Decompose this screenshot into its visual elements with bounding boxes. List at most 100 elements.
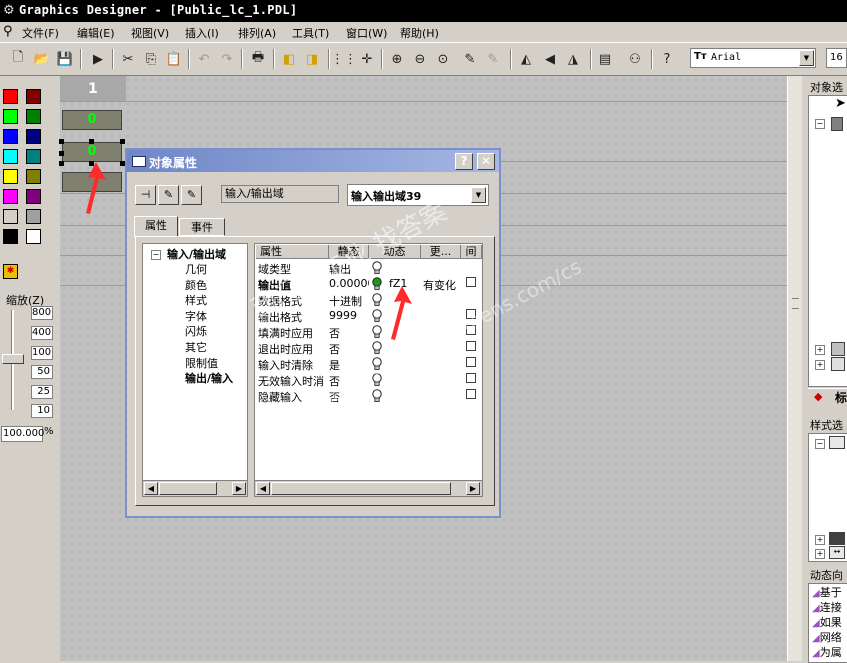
pipette-icon[interactable]: ✎ — [460, 49, 480, 69]
indirect-checkbox[interactable] — [466, 357, 476, 367]
dynamic-bulb-icon[interactable] — [371, 341, 382, 354]
io-field-2-selected[interactable]: 0 — [62, 142, 122, 162]
property-static-value[interactable]: 否 — [329, 341, 369, 357]
pipette-apply-icon[interactable]: ✎ — [483, 49, 503, 69]
font-size-combo[interactable]: 16 — [826, 48, 847, 68]
tree-expand-icon[interactable]: + — [815, 345, 825, 355]
selection-handle[interactable] — [59, 139, 64, 144]
indirect-checkbox[interactable] — [466, 341, 476, 351]
tree-root[interactable]: 输入/输出域 — [167, 246, 226, 262]
scroll-right-icon[interactable]: ▶ — [232, 482, 246, 495]
color-swatch[interactable] — [3, 89, 18, 104]
tab-events[interactable]: 事件 — [179, 218, 225, 236]
dialog-title-bar[interactable]: 对象属性 ? ✕ — [127, 150, 499, 172]
zoom-out-icon[interactable]: ⊖ — [410, 49, 430, 69]
property-row[interactable]: 无效输入时消否 — [255, 372, 482, 388]
property-row[interactable]: 填满时应用 否 — [255, 324, 482, 340]
color-swatch[interactable] — [3, 229, 18, 244]
tree-collapse-icon[interactable]: − — [151, 250, 161, 260]
property-row[interactable]: 输出值0.00000fZ1有变化 — [255, 276, 482, 292]
column-header-update[interactable]: 更... — [421, 245, 461, 259]
color-swatch[interactable] — [3, 169, 18, 184]
dynamic-wizard-item[interactable]: ◢为属 — [812, 644, 842, 660]
snap-icon[interactable]: ✛ — [357, 49, 377, 69]
paste-icon[interactable]: 📋 — [164, 49, 184, 69]
tree-expand-icon[interactable]: + — [815, 360, 825, 370]
rotate-icon[interactable]: ◮ — [563, 49, 583, 69]
io-field-1[interactable]: 0 — [62, 110, 122, 130]
color-swatch[interactable] — [26, 169, 41, 184]
tree-item[interactable]: 几何 — [185, 261, 207, 277]
dynamic-wizard-item[interactable]: ◢基于 — [812, 584, 842, 600]
print-icon[interactable]: 🖶 — [248, 49, 268, 69]
library-icon[interactable]: ⚇ — [625, 49, 645, 69]
mirror-vertical-icon[interactable]: ◭ — [516, 49, 536, 69]
color-swatch[interactable] — [26, 149, 41, 164]
property-static-value[interactable]: 输出 — [329, 261, 369, 277]
close-button[interactable]: ✕ — [477, 153, 495, 170]
dynamic-bulb-icon[interactable] — [371, 309, 382, 322]
tree-collapse-icon[interactable]: − — [815, 119, 825, 129]
tree-expand-icon[interactable]: + — [815, 535, 825, 545]
tab-properties[interactable]: 属性 — [134, 216, 178, 237]
mirror-horizontal-icon[interactable]: ◀ — [540, 49, 560, 69]
zoom-fit-icon[interactable]: ⊙ — [433, 49, 453, 69]
selection-handle[interactable] — [59, 151, 64, 156]
zoom-preset-25[interactable]: 25 — [31, 385, 53, 399]
property-row[interactable]: 域类型 输出 — [255, 260, 482, 276]
pin-icon[interactable]: ⊣ — [135, 185, 156, 205]
save-icon[interactable]: 💾 — [55, 49, 75, 69]
property-row[interactable]: 退出时应用 否 — [255, 340, 482, 356]
zoom-preset-50[interactable]: 50 — [31, 365, 53, 379]
menu-arrange[interactable]: 排列(A) — [238, 25, 276, 41]
scroll-left-icon[interactable]: ◀ — [144, 482, 158, 495]
undo-icon[interactable]: ↶ — [194, 49, 214, 69]
indirect-checkbox[interactable] — [466, 309, 476, 319]
tree-item[interactable]: 输出/输入 — [185, 370, 233, 386]
menu-window[interactable]: 窗口(W) — [346, 25, 387, 41]
indirect-checkbox[interactable] — [466, 373, 476, 383]
dynamic-wizard-item[interactable]: ◢如果 — [812, 614, 842, 630]
tree-item[interactable]: 限制值 — [185, 355, 218, 371]
canvas-vertical-scrollbar[interactable] — [787, 76, 803, 661]
scroll-thumb[interactable] — [271, 482, 451, 495]
color-swatch[interactable] — [3, 129, 18, 144]
scroll-right-icon[interactable]: ▶ — [466, 482, 480, 495]
color-swatch[interactable] — [3, 209, 18, 224]
font-name-combo[interactable]: Tт Arial ▼ — [690, 48, 816, 68]
dynamic-active-bulb-icon[interactable] — [371, 277, 382, 290]
zoom-preset-400[interactable]: 400 — [31, 326, 53, 340]
color-picker-icon[interactable]: ✱ — [3, 264, 18, 279]
indirect-checkbox[interactable] — [466, 277, 476, 287]
tree-item[interactable]: 闪烁 — [185, 323, 207, 339]
menu-help[interactable]: 帮助(H) — [400, 25, 439, 41]
bring-front-icon[interactable]: ◧ — [279, 49, 299, 69]
zoom-preset-100[interactable]: 100 — [31, 346, 53, 360]
color-swatch[interactable] — [3, 109, 18, 124]
color-swatch[interactable] — [26, 129, 41, 144]
dynamic-bulb-icon[interactable] — [371, 293, 382, 306]
cut-icon[interactable]: ✂ — [118, 49, 138, 69]
color-swatch[interactable] — [26, 229, 41, 244]
property-static-value[interactable]: 否 — [329, 325, 369, 341]
system-menu-icon[interactable]: ⚲ — [3, 24, 13, 39]
column-header-dynamic[interactable]: 动态 — [369, 245, 421, 259]
property-static-value[interactable]: 0.00000 — [329, 277, 369, 290]
column-header-static[interactable]: 静态 — [329, 245, 369, 259]
pipette-icon[interactable]: ✎ — [158, 185, 179, 205]
chevron-down-icon[interactable]: ▼ — [471, 187, 486, 203]
send-back-icon[interactable]: ◨ — [302, 49, 322, 69]
tree-expand-icon[interactable]: + — [815, 549, 825, 559]
copy-icon[interactable]: ⎘ — [141, 49, 161, 69]
property-row[interactable]: 数据格式 十进制 — [255, 292, 482, 308]
tree-horizontal-scrollbar[interactable]: ◀ ▶ — [143, 480, 247, 496]
menu-view[interactable]: 视图(V) — [131, 25, 169, 41]
dynamic-bulb-icon[interactable] — [371, 261, 382, 274]
chevron-down-icon[interactable]: ▼ — [799, 50, 814, 66]
tree-item[interactable]: 颜色 — [185, 277, 207, 293]
property-static-value[interactable]: 是 — [329, 357, 369, 373]
selection-handle[interactable] — [89, 139, 94, 144]
menu-edit[interactable]: 编辑(E) — [77, 25, 115, 41]
dynamic-bulb-icon[interactable] — [371, 373, 382, 386]
zoom-in-icon[interactable]: ⊕ — [387, 49, 407, 69]
